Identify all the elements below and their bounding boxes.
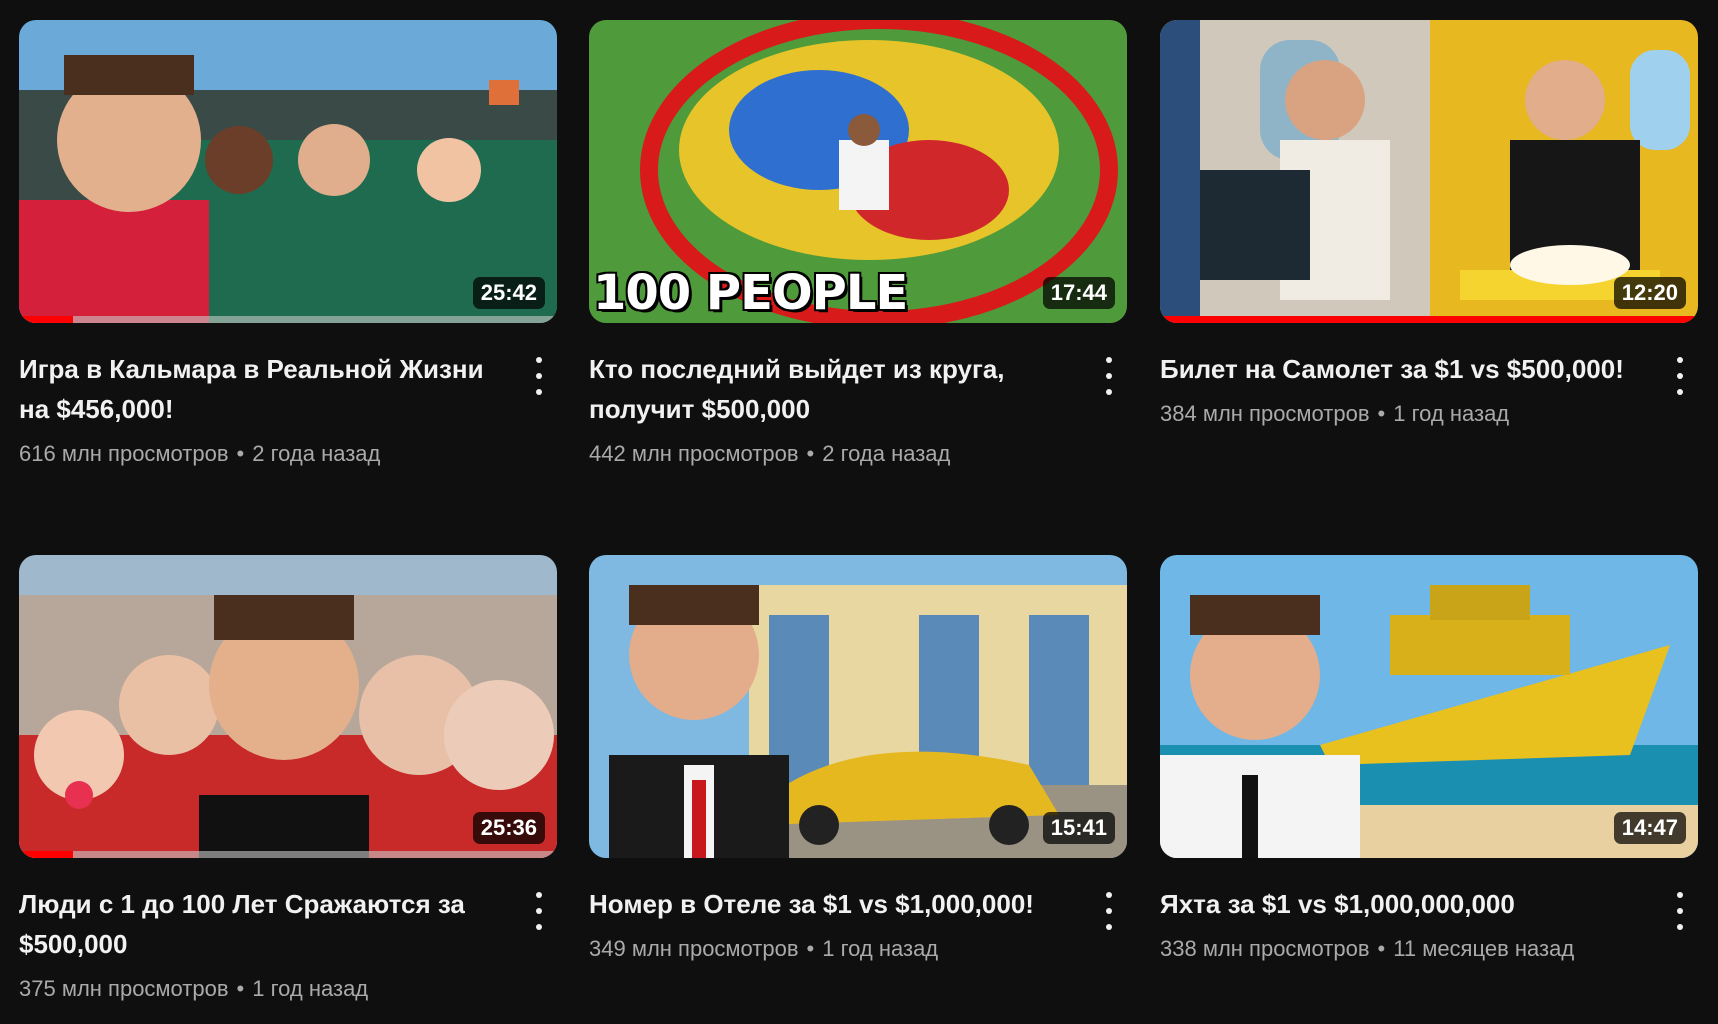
duration-badge: 12:20 [1613,277,1686,309]
upload-age: 2 года назад [822,441,951,466]
view-count: 338 млн просмотров [1160,936,1370,961]
video-details: Номер в Отеле за $1 vs $1,000,000! 349 м… [589,884,1127,964]
video-grid: 25:42 Игра в Кальмара в Реальной Жизни н… [0,0,1718,1024]
upload-age: 11 месяцев назад [1393,936,1575,961]
separator-dot: • [806,441,815,466]
video-title[interactable]: Люди с 1 до 100 Лет Сражаются за $500,00… [19,884,509,964]
view-count: 384 млн просмотров [1160,401,1370,426]
more-vert-icon[interactable] [1668,892,1692,930]
separator-dot: • [806,936,815,961]
view-count: 375 млн просмотров [19,976,229,1001]
video-title[interactable]: Игра в Кальмара в Реальной Жизни на $456… [19,349,509,429]
video-stats: 442 млн просмотров • 2 года назад [589,439,1127,469]
video-card[interactable]: 25:42 Игра в Кальмара в Реальной Жизни н… [19,20,557,469]
watch-progress-bar [19,851,557,858]
video-details: Игра в Кальмара в Реальной Жизни на $456… [19,349,557,469]
video-card[interactable]: 14:47 Яхта за $1 vs $1,000,000,000 338 м… [1160,555,1698,964]
upload-age: 1 год назад [252,976,369,1001]
more-vert-icon[interactable] [527,357,551,395]
more-vert-icon[interactable] [1668,357,1692,395]
video-details: Кто последний выйдет из круга, получит $… [589,349,1127,469]
duration-badge: 25:36 [472,812,545,844]
video-details: Яхта за $1 vs $1,000,000,000 338 млн про… [1160,884,1698,964]
video-title[interactable]: Билет на Самолет за $1 vs $500,000! [1160,349,1650,389]
video-title[interactable]: Яхта за $1 vs $1,000,000,000 [1160,884,1650,924]
video-thumbnail[interactable]: 14:47 [1160,555,1698,858]
video-thumbnail[interactable]: 100 PEOPLE 17:44 [589,20,1127,323]
separator-dot: • [1377,936,1386,961]
video-title[interactable]: Кто последний выйдет из круга, получит $… [589,349,1079,429]
video-card[interactable]: 12:20 Билет на Самолет за $1 vs $500,000… [1160,20,1698,429]
thumbnail-caption: 100 PEOPLE [593,265,908,321]
view-count: 616 млн просмотров [19,441,229,466]
video-thumbnail[interactable]: 25:42 [19,20,557,323]
watch-progress-fill [1160,316,1698,323]
video-stats: 338 млн просмотров • 11 месяцев назад [1160,934,1698,964]
more-vert-icon[interactable] [527,892,551,930]
more-vert-icon[interactable] [1097,357,1121,395]
video-thumbnail[interactable]: 12:20 [1160,20,1698,323]
watch-progress-fill [19,851,73,858]
watch-progress-bar [1160,316,1698,323]
separator-dot: • [236,976,245,1001]
video-card[interactable]: 15:41 Номер в Отеле за $1 vs $1,000,000!… [589,555,1127,964]
duration-badge: 25:42 [472,277,545,309]
watch-progress-bar [19,316,557,323]
video-thumbnail[interactable]: 15:41 [589,555,1127,858]
duration-badge: 15:41 [1042,812,1115,844]
separator-dot: • [1377,401,1386,426]
video-details: Люди с 1 до 100 Лет Сражаются за $500,00… [19,884,557,1004]
video-details: Билет на Самолет за $1 vs $500,000! 384 … [1160,349,1698,429]
watch-progress-fill [19,316,73,323]
separator-dot: • [236,441,245,466]
video-stats: 375 млн просмотров • 1 год назад [19,974,557,1004]
video-title[interactable]: Номер в Отеле за $1 vs $1,000,000! [589,884,1079,924]
upload-age: 1 год назад [822,936,939,961]
upload-age: 2 года назад [252,441,381,466]
view-count: 349 млн просмотров [589,936,799,961]
more-vert-icon[interactable] [1097,892,1121,930]
duration-badge: 14:47 [1613,812,1686,844]
video-card[interactable]: 100 PEOPLE 17:44 Кто последний выйдет из… [589,20,1127,469]
video-stats: 616 млн просмотров • 2 года назад [19,439,557,469]
upload-age: 1 год назад [1393,401,1510,426]
view-count: 442 млн просмотров [589,441,799,466]
video-stats: 384 млн просмотров • 1 год назад [1160,399,1698,429]
video-stats: 349 млн просмотров • 1 год назад [589,934,1127,964]
video-card[interactable]: 25:36 Люди с 1 до 100 Лет Сражаются за $… [19,555,557,1004]
video-thumbnail[interactable]: 25:36 [19,555,557,858]
duration-badge: 17:44 [1042,277,1115,309]
